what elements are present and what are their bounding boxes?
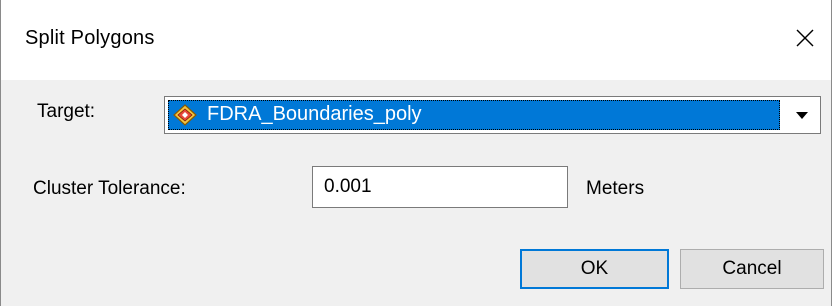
cluster-tolerance-label: Cluster Tolerance: (33, 178, 186, 199)
split-polygons-dialog: Split Polygons Target: FDRA_Boundaries_p… (0, 0, 832, 306)
close-button[interactable] (787, 20, 823, 56)
target-dropdown[interactable]: FDRA_Boundaries_poly (164, 96, 821, 134)
ok-button[interactable]: OK (520, 249, 669, 289)
cancel-button[interactable]: Cancel (680, 249, 824, 289)
polygon-layer-icon (173, 104, 197, 126)
close-icon (796, 29, 814, 47)
dialog-title: Split Polygons (25, 27, 155, 49)
target-value: FDRA_Boundaries_poly (207, 103, 422, 125)
units-label: Meters (586, 178, 645, 199)
dialog-body: Target: FDRA_Boundaries_poly Cluster Tol… (1, 80, 831, 306)
target-label: Target: (37, 101, 96, 122)
cluster-tolerance-input[interactable] (312, 166, 568, 208)
chevron-down-icon (796, 111, 808, 119)
title-bar: Split Polygons (1, 0, 831, 80)
target-selected-item[interactable]: FDRA_Boundaries_poly (168, 100, 780, 130)
dropdown-button[interactable] (786, 99, 818, 131)
